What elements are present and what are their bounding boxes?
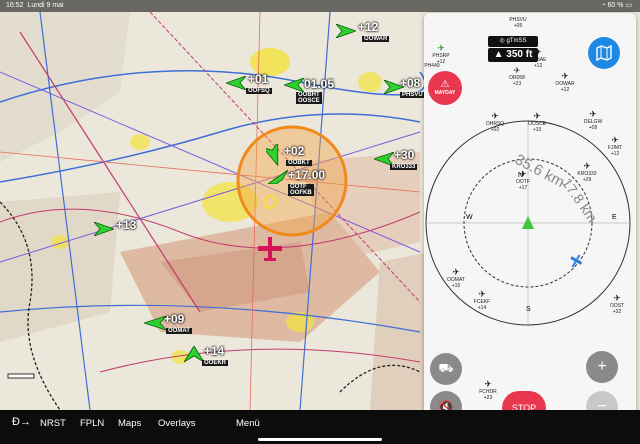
traffic-alt: +12 <box>610 151 620 157</box>
map-target-label: +12 <box>358 20 379 34</box>
map-icon <box>596 45 612 61</box>
map-target-id: PHSVU <box>400 92 425 98</box>
traffic-target[interactable]: ✈ OOSCE +10 <box>520 111 554 134</box>
map-target-label: +08 <box>400 76 421 90</box>
alarm-icon: ⚠ <box>440 79 450 90</box>
traffic-alt: +23 <box>483 395 493 401</box>
map-target-id: KRO333 <box>390 164 418 170</box>
plane-icon: ✈ <box>583 161 591 171</box>
map-target-label: +14 <box>204 344 225 358</box>
plane-icon: ✈ <box>484 379 492 389</box>
battery-percent: 60 % <box>607 2 624 9</box>
map-target-id: OOTF OOFKB <box>288 184 314 196</box>
traffic-target[interactable]: ✈ KRO333 +29 <box>570 161 604 184</box>
map-target-label: +13 <box>116 218 137 232</box>
traffic-alt: +14 <box>477 305 487 311</box>
traffic-target[interactable]: ✈ OR058 +23 <box>500 66 534 88</box>
compass-south: S <box>526 306 531 313</box>
traffic-radar-panel[interactable]: N E S W 35.6 km 17.8 km ◎ gTmSS ▲ 350 ft… <box>424 13 636 428</box>
fpln-button[interactable]: FPLN <box>80 418 104 429</box>
car-icon: ⛟ <box>438 361 454 375</box>
aircraft-id-box: ◎ gTmSS <box>488 36 538 47</box>
bottom-toolbar: Ɖ→ NRST FPLN Maps Overlays Menü <box>0 410 640 444</box>
clock: 16:52 <box>6 2 24 9</box>
plane-icon: ✈ <box>561 71 569 81</box>
plane-icon: ✈ <box>613 293 621 303</box>
traffic-target[interactable]: ✈ PHSRP +12 <box>424 43 458 66</box>
plane-icon: ✈ <box>491 111 499 121</box>
plane-icon: ✈ <box>513 66 521 75</box>
traffic-target[interactable]: ✈ OOWAR +12 <box>548 71 582 94</box>
plane-icon: ✈ <box>437 43 445 53</box>
traffic-alt: +12 <box>533 63 543 69</box>
traffic-target[interactable]: ✈ OOST +22 <box>602 293 632 316</box>
map-target-label: +02 <box>284 144 305 158</box>
traffic-alt: +09 <box>588 125 598 131</box>
traffic-alt: +22 <box>612 309 622 315</box>
map-target-label: +30 <box>394 148 415 162</box>
map-target-label: +09 <box>164 312 185 326</box>
traffic-alt: +10 <box>532 127 542 133</box>
traffic-target[interactable]: ✈ FJIMT +12 <box>600 135 630 158</box>
date: Lundi 9 mai <box>27 2 64 9</box>
traffic-alt: +29 <box>582 177 592 183</box>
traffic-target[interactable]: ✈ FCEKF +14 <box>466 289 498 312</box>
map-target-label: 01.05 <box>304 77 335 91</box>
maps-button[interactable]: Maps <box>118 418 141 429</box>
map-target-label: +01 <box>248 72 269 86</box>
plane-icon: ✈ <box>452 267 460 277</box>
traffic-target[interactable]: ✈ DELGW +09 <box>576 109 610 132</box>
overlays-button[interactable]: Overlays <box>158 418 195 429</box>
aircraft-id: gTmSS <box>506 38 527 44</box>
plus-icon: + <box>597 358 607 375</box>
map-target-id: OOBHT OOSCE <box>296 92 322 104</box>
traffic-target[interactable]: ✈ OOTF +17 <box>506 169 540 192</box>
map-target-id: OOBKT <box>286 160 312 166</box>
traffic-target[interactable]: ✈ PHBAE +12 <box>520 47 556 70</box>
map-target-id: OOMAT <box>166 328 192 334</box>
traffic-id: PH449 <box>424 63 440 69</box>
battery-icon: ▭ <box>625 2 632 9</box>
traffic-alt: +10 <box>451 283 461 289</box>
zoom-in-button[interactable]: + <box>586 351 618 383</box>
map-target-id: OOEKR <box>202 360 229 366</box>
map-target-id: OOWAR <box>362 36 390 42</box>
plane-icon: ✈ <box>534 47 542 57</box>
map-view-button[interactable] <box>588 37 620 69</box>
plane-icon: ✈ <box>533 111 541 121</box>
traffic-target[interactable]: ✈ OOMAT +10 <box>440 267 472 290</box>
wifi-icon: ◔ <box>601 2 606 9</box>
map-target-label: +17.00 <box>288 168 326 182</box>
traffic-alt: +05 <box>513 23 523 29</box>
traffic-alt: +23 <box>512 81 522 87</box>
mayday-label: MAYDAY <box>434 90 456 96</box>
traffic-alt: +17 <box>518 185 528 191</box>
compass-west: W <box>466 214 473 221</box>
traffic-alt: +12 <box>560 87 570 93</box>
traffic-filter-button[interactable]: ⛟ <box>430 353 462 385</box>
traffic-target[interactable]: ✈ OHRSQ +02 <box>478 111 512 134</box>
menu-button[interactable]: Menü <box>236 418 260 429</box>
traffic-target[interactable]: PHSVU +05 <box>498 17 538 29</box>
nrst-button[interactable]: NRST <box>40 418 66 429</box>
plane-icon: ✈ <box>519 169 527 179</box>
map-target-id: OOFSQ <box>246 88 272 94</box>
plane-icon: ✈ <box>611 135 619 145</box>
traffic-target[interactable]: ✈ FCHDR +23 <box>472 379 504 402</box>
mayday-button[interactable]: ⚠ MAYDAY <box>428 71 462 105</box>
traffic-alt: +02 <box>490 127 500 133</box>
compass-east: E <box>612 214 617 221</box>
plane-icon: ✈ <box>478 289 486 299</box>
home-indicator <box>258 438 382 441</box>
plane-icon: ✈ <box>589 109 597 119</box>
direct-to-icon[interactable]: Ɖ→ <box>12 416 31 428</box>
status-bar: 16:52 Lundi 9 mai ◔ 60 % ▭ <box>0 0 640 12</box>
traffic-target[interactable]: PH449 <box>424 63 440 69</box>
mountain-icon: ▲ <box>493 49 504 60</box>
aircraft-icon: ◎ <box>499 38 505 44</box>
